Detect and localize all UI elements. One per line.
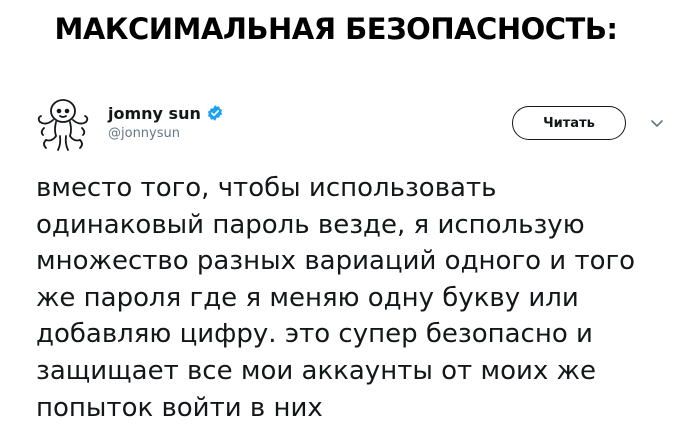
tweet-text-line: одинаковый пароль везде, я использую	[36, 209, 585, 240]
tweet-text-line: вместо того, чтобы использовать	[36, 173, 497, 203]
doodle-character-avatar-icon[interactable]	[34, 96, 92, 154]
tweet-text-line: же пароля где я меняю одну букву или	[36, 282, 579, 313]
tweet-text: вместо того, чтобы использовать одинаков…	[36, 170, 676, 426]
display-name[interactable]: jomny sun	[108, 104, 201, 123]
display-name-row: jomny sun	[108, 102, 224, 124]
follow-button[interactable]: Читать	[512, 106, 626, 140]
user-handle[interactable]: @jonnysun	[108, 126, 224, 141]
tweet-text-line: защищает все мои аккаунты от моих же	[36, 355, 596, 386]
chevron-down-icon[interactable]	[650, 116, 664, 130]
verified-badge-icon	[207, 105, 222, 121]
tweet-text-line: множество разных вариаций одного и того	[36, 246, 636, 277]
tweet-author[interactable]: jomny sun @jonnysun	[108, 102, 224, 141]
meme-caption: МАКСИМАЛЬНАЯ БЕЗОПАСНОСТЬ:	[54, 12, 618, 46]
tweet-text-line: добавляю цифру. это супер безопасно и	[36, 319, 593, 350]
tweet-text-line: попыток войти в них	[36, 392, 323, 423]
tweet-header: jomny sun @jonnysun Читать	[34, 96, 674, 158]
